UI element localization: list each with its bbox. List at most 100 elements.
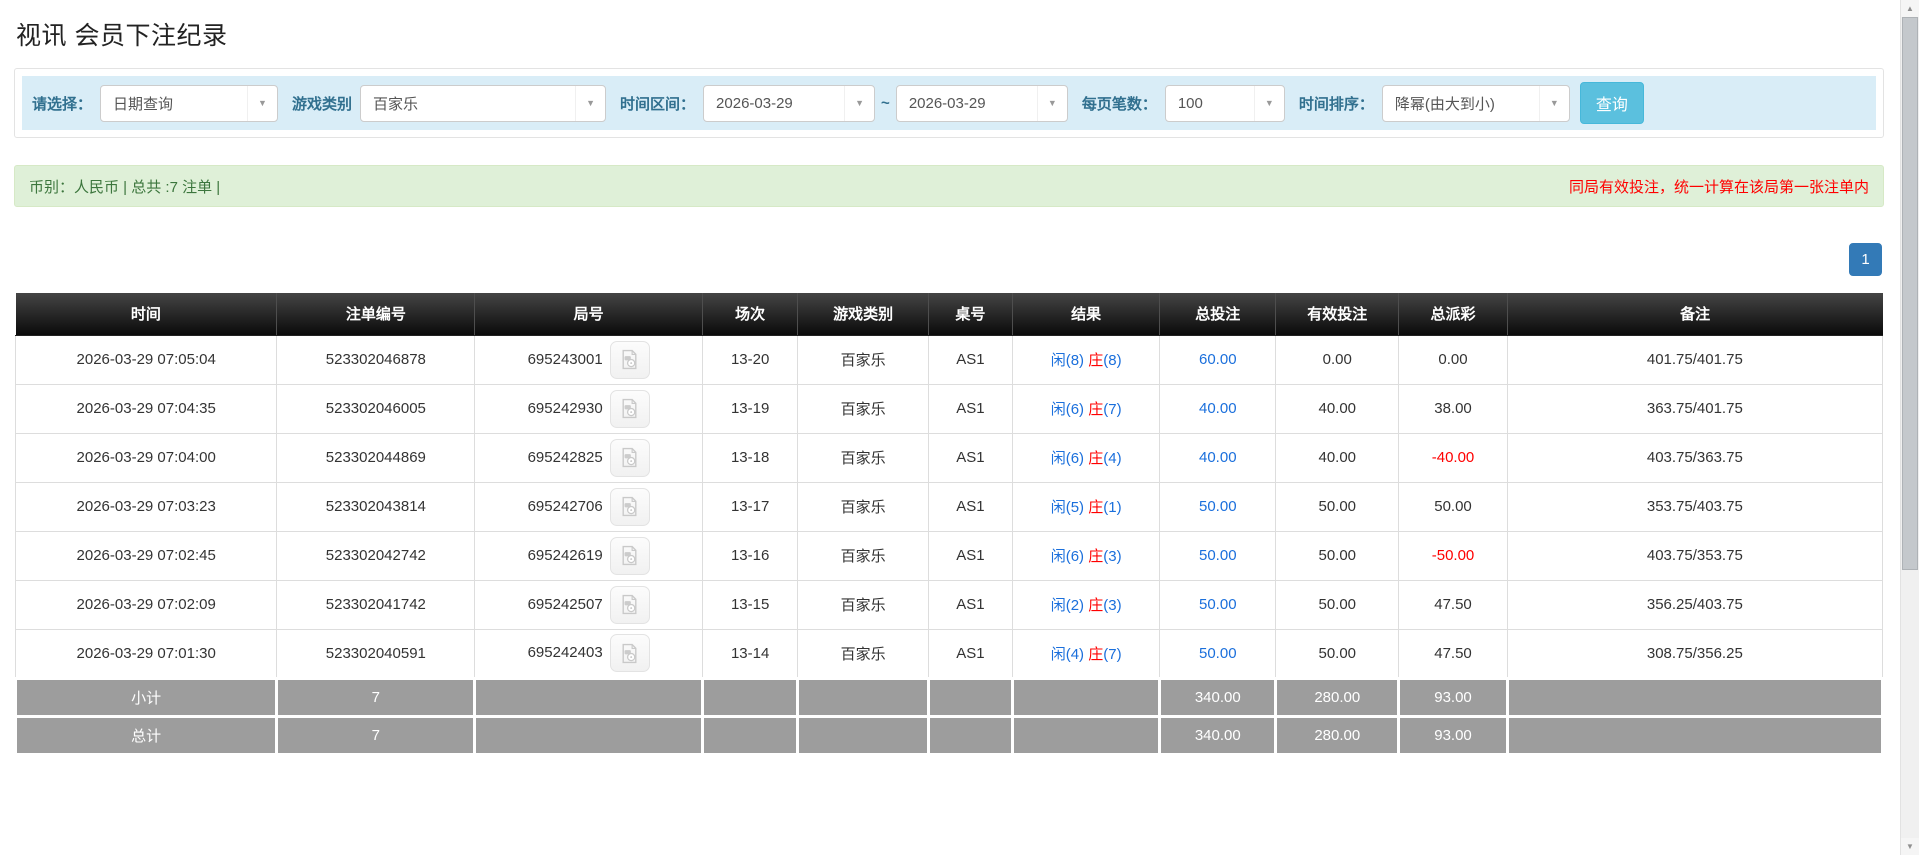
chevron-down-icon[interactable]: ▼ [844,85,874,121]
chevron-down-icon[interactable]: ▼ [1036,85,1067,121]
column-header-valid-bet: 有效投注 [1275,293,1400,336]
video-replay-button[interactable] [609,340,650,379]
column-header-time: 时间 [15,293,278,336]
total-bet-cell: 40.00 [1159,383,1277,434]
session-cell: 13-19 [702,383,799,434]
search-button[interactable]: 查询 [1579,82,1644,124]
total-bet-cell: 50.00 [1159,579,1277,630]
table-body: 2026-03-29 07:05:04 523302046878 695243001… [14,334,1884,679]
session-cell: 13-17 [702,481,799,532]
query-type-select[interactable]: 日期查询 ▼ [100,84,279,122]
video-replay-button[interactable] [609,438,650,477]
result-cell: 闲(6) 庄(3) [1011,530,1161,581]
column-header-payout: 总派彩 [1398,293,1508,336]
header-row: 时间 注单编号 局号 场次 游戏类别 桌号 结果 总投注 有效投注 总派彩 备注 [15,293,1883,336]
bet-id-cell: 523302040591 [276,628,476,679]
chevron-down-icon[interactable]: ▼ [575,85,605,121]
payout-cell: 47.50 [1398,579,1508,630]
payout-cell: -40.00 [1398,432,1508,483]
remark-cell: 403.75/363.75 [1506,432,1884,483]
banker-points: (7) [1103,645,1122,663]
result-cell: 闲(6) 庄(7) [1011,383,1161,434]
notice-text: 同局有效投注，统一计算在该局第一张注单内 [1568,178,1869,196]
total-game-type-cell [796,714,930,756]
subtotal-round-cell [473,676,705,718]
total-bet-cell: 50.00 [1159,530,1277,581]
filter-panel: 请选择： 日期查询 ▼ 游戏类别 百家乐 ▼ 时间区间： 2026-03-29 … [14,68,1884,138]
column-header-result: 结果 [1012,293,1161,336]
valid-bet-cell: 40.00 [1275,383,1400,434]
round-id: 695243001 [527,350,603,368]
total-table-no-cell [926,714,1014,756]
game-type-cell: 百家乐 [797,334,929,385]
video-file-icon [622,594,637,615]
result-cell: 闲(8) 庄(8) [1011,334,1161,385]
video-file-icon [622,447,637,468]
scrollbar-thumb[interactable] [1902,17,1918,570]
video-replay-button[interactable] [609,585,650,624]
table-row: 2026-03-29 07:02:09 523302041742 695242507… [14,579,1884,630]
table-header: 时间 注单编号 局号 场次 游戏类别 桌号 结果 总投注 有效投注 总派彩 备注 [15,293,1883,336]
table-no-cell: AS1 [927,432,1013,483]
remark-cell: 353.75/403.75 [1506,481,1884,532]
player-result: 闲(5) [1050,499,1085,516]
scroll-up-arrow-icon[interactable]: ▲ [1901,0,1919,17]
subtotal-result-cell [1010,676,1162,718]
bet-id-cell: 523302042742 [276,530,476,581]
remark-cell: 308.75/356.25 [1506,628,1884,679]
banker-result: 庄 [1088,548,1104,565]
session-cell: 13-16 [702,530,799,581]
round-cell: 695242706 [474,481,704,532]
chevron-down-icon[interactable]: ▼ [1538,85,1569,121]
chevron-down-icon[interactable]: ▼ [247,85,277,121]
remark-cell: 356.25/403.75 [1506,579,1884,630]
column-header-round: 局号 [474,293,704,336]
vertical-scrollbar[interactable]: ▲ ▼ [1900,0,1919,855]
total-bet-cell: 60.00 [1159,334,1277,385]
round-id: 695242619 [527,546,603,564]
total-row: 总计 7 340.00 280.00 93.00 [13,714,1885,756]
payout-cell: 47.50 [1398,628,1508,679]
page-button-1[interactable]: 1 [1849,243,1882,276]
page-size-select[interactable]: 100 ▼ [1164,84,1285,122]
video-replay-button[interactable] [609,389,650,428]
scroll-down-arrow-icon[interactable]: ▼ [1901,838,1919,855]
banker-result: 庄 [1088,401,1104,418]
round-cell: 695242825 [474,432,704,483]
player-result: 闲(8) [1050,352,1085,369]
round-id: 695242507 [527,595,603,613]
game-type-label: 游戏类别 [292,95,353,113]
bet-id-cell: 523302046005 [276,383,476,434]
table-no-cell: AS1 [927,530,1013,581]
game-type-select[interactable]: 百家乐 ▼ [360,84,607,122]
table-row: 2026-03-29 07:04:00 523302044869 695242825… [14,432,1884,483]
video-replay-button[interactable] [609,536,650,575]
time-sort-select[interactable]: 降幂(由大到小) ▼ [1381,84,1570,122]
banker-result: 庄 [1088,597,1104,614]
time-cell: 2026-03-29 07:03:23 [14,481,278,532]
video-file-icon [622,643,637,663]
date-to-select[interactable]: 2026-03-29 ▼ [895,84,1068,122]
round-cell: 695242507 [474,579,704,630]
video-replay-button[interactable] [609,634,650,672]
time-cell: 2026-03-29 07:04:35 [14,383,278,434]
subtotal-remark-cell [1505,676,1885,718]
chevron-down-icon[interactable]: ▼ [1253,85,1284,121]
game-type-cell: 百家乐 [797,383,929,434]
time-sort-value: 降幂(由大到小) [1394,95,1495,113]
summary-bar: 币别：人民币 | 总共 :7 注单 | 同局有效投注，统一计算在该局第一张注单内 [14,165,1884,207]
bet-id-cell: 523302046878 [276,334,476,385]
table-no-cell: AS1 [927,628,1013,679]
remark-cell: 403.75/353.75 [1506,530,1884,581]
table-no-cell: AS1 [927,579,1013,630]
round-id: 695242930 [527,399,603,417]
session-cell: 13-18 [702,432,799,483]
game-type-cell: 百家乐 [797,579,929,630]
table-row: 2026-03-29 07:01:30 523302040591 695242403… [14,628,1884,679]
time-cell: 2026-03-29 07:02:09 [14,579,278,630]
page-size-value: 100 [1177,94,1203,112]
video-replay-button[interactable] [609,487,650,526]
date-from-select[interactable]: 2026-03-29 ▼ [703,84,876,122]
video-file-icon [622,398,637,419]
subtotal-game-type-cell [796,676,930,718]
